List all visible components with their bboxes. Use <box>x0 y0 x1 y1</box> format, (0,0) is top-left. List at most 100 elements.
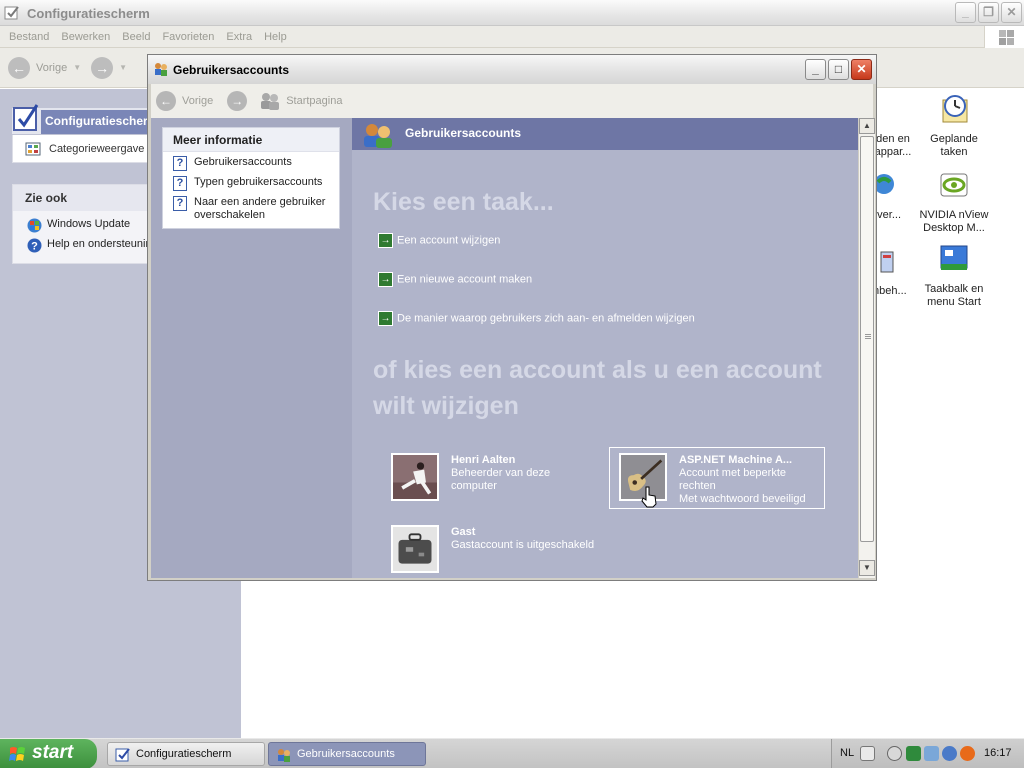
task-change-logon[interactable]: → De manier waarop gebruikers zich aan- e… <box>378 311 695 326</box>
close-button[interactable]: ✕ <box>1001 2 1022 23</box>
dropdown-icon[interactable]: ▼ <box>73 63 81 72</box>
taskbar-start-menu-icon <box>940 245 968 270</box>
admin-tools-icon <box>880 251 894 273</box>
sidebar-item-user-accounts[interactable]: ? Gebruikersaccounts <box>173 156 292 171</box>
forward-arrow-icon[interactable]: → <box>227 91 248 111</box>
account-name: Gast <box>451 526 476 538</box>
menu-bewerken[interactable]: Bewerken <box>55 31 116 43</box>
menu-extra[interactable]: Extra <box>220 31 258 43</box>
task-change-account[interactable]: → Een account wijzigen <box>378 233 500 248</box>
vertical-scrollbar[interactable]: ▲ ▼ <box>858 118 875 578</box>
scroll-down-arrow-icon[interactable]: ▼ <box>859 560 875 576</box>
category-view-link[interactable]: Categorieweergave <box>12 135 152 163</box>
minimize-button[interactable]: _ <box>955 2 976 23</box>
back-arrow-icon[interactable]: ← <box>8 56 30 79</box>
pane-title: Configuratiescherm <box>45 114 159 128</box>
navigation-toolbar: ← Vorige → Startpagina <box>151 84 873 119</box>
account-gast[interactable]: Gast Gastaccount is uitgeschakeld <box>382 520 598 582</box>
taskbar-button-control-panel[interactable]: Configuratiescherm <box>107 742 265 766</box>
scroll-up-arrow-icon[interactable]: ▲ <box>859 118 875 134</box>
account-aspnet-machine[interactable]: ASP.NET Machine A... Account met beperkt… <box>609 447 825 509</box>
account-description: Account met beperkte rechten Met wachtwo… <box>679 467 806 505</box>
help-question-icon: ? <box>173 196 187 211</box>
maximize-button[interactable]: □ <box>828 59 849 80</box>
control-panel-icon <box>115 748 130 762</box>
green-arrow-icon: → <box>378 233 393 248</box>
tray-collapse-icon[interactable] <box>887 746 902 761</box>
help-icon: ? <box>27 238 42 253</box>
category-icon <box>25 142 41 156</box>
sidebar-item-account-types[interactable]: ? Typen gebruikersaccounts <box>173 176 322 191</box>
nvidia-icon <box>940 173 968 197</box>
user-accounts-icon <box>364 124 392 148</box>
windows-update-icon <box>27 218 42 233</box>
back-button[interactable]: Vorige <box>36 62 67 74</box>
back-button[interactable]: Vorige <box>182 95 213 107</box>
start-button[interactable]: start <box>0 739 97 768</box>
window-title: Configuratiescherm <box>27 6 150 21</box>
main-header: Gebruikersaccounts <box>352 118 858 150</box>
firefox-icon[interactable] <box>960 746 975 761</box>
security-icon[interactable] <box>906 746 921 761</box>
main-panel: Gebruikersaccounts Kies een taak... → Een… <box>352 118 858 578</box>
network-globe-icon <box>874 174 894 194</box>
window-title: Gebruikersaccounts <box>173 63 290 77</box>
scheduled-tasks-icon-tile[interactable]: Geplande taken <box>926 92 982 159</box>
menu-help[interactable]: Help <box>258 31 293 43</box>
windows-flag-icon <box>9 747 25 761</box>
windows-update-link[interactable]: Windows Update <box>27 218 130 233</box>
search-icon[interactable] <box>942 746 957 761</box>
close-button[interactable]: ✕ <box>851 59 872 80</box>
task-create-account[interactable]: → Een nieuwe account maken <box>378 272 532 287</box>
menu-beeld[interactable]: Beeld <box>116 31 156 43</box>
maximize-button[interactable]: ❐ <box>978 2 999 23</box>
devices-icon-tile[interactable]: den en appar... <box>872 96 914 159</box>
language-indicator[interactable]: NL <box>840 747 854 759</box>
forward-arrow-icon[interactable]: → <box>91 56 114 79</box>
clock: 16:17 <box>984 747 1012 759</box>
user-accounts-window: Gebruikersaccounts _ □ ✕ ← Vorige → Star… <box>147 54 877 581</box>
help-question-icon: ? <box>173 176 187 191</box>
home-button[interactable]: Startpagina <box>286 95 342 107</box>
more-info-title: Meer informatie <box>163 128 339 152</box>
account-description: Gastaccount is uitgeschakeld <box>451 539 595 551</box>
green-arrow-icon: → <box>378 311 393 326</box>
suitcase-avatar-icon <box>391 525 439 573</box>
control-panel-titlebar[interactable]: Configuratiescherm _ ❐ ✕ <box>0 0 1024 26</box>
user-accounts-icon <box>155 63 167 76</box>
menu-bar: Bestand Bewerken Beeld Favorieten Extra … <box>0 26 1024 48</box>
account-name: ASP.NET Machine A... <box>679 454 793 466</box>
sidebar-item-switch-user[interactable]: ? Naar een andere gebruiker overschakele… <box>173 196 333 222</box>
menu-bestand[interactable]: Bestand <box>3 31 55 43</box>
help-support-link[interactable]: ? Help en ondersteuning <box>27 238 158 253</box>
taskbar-button-user-accounts[interactable]: Gebruikersaccounts <box>268 742 426 766</box>
start-label: start <box>32 742 74 763</box>
taskbar-start-menu-icon-tile[interactable]: Taakbalk en menu Start <box>920 242 988 309</box>
minimize-button[interactable]: _ <box>805 59 826 80</box>
account-henri-aalten[interactable]: Henri Aalten Beheerder van deze computer <box>382 448 598 510</box>
keyboard-icon[interactable] <box>860 746 875 761</box>
category-view-label: Categorieweergave <box>49 143 145 155</box>
menu-favorieten[interactable]: Favorieten <box>156 31 220 43</box>
dropdown-icon[interactable]: ▼ <box>119 63 127 72</box>
scheduled-tasks-icon <box>942 95 968 123</box>
svg-text:?: ? <box>31 241 38 253</box>
user-accounts-titlebar[interactable]: Gebruikersaccounts _ □ ✕ <box>148 55 876 84</box>
home-users-icon[interactable] <box>259 91 281 111</box>
green-arrow-icon: → <box>378 272 393 287</box>
see-also-panel: Zie ook Windows Update ? Help en onderst… <box>12 184 158 264</box>
help-question-icon: ? <box>173 156 187 171</box>
windows-logo-icon <box>984 26 1024 48</box>
nvidia-nview-icon-tile[interactable]: NVIDIA nView Desktop M... <box>916 168 992 235</box>
network-icon[interactable] <box>924 746 939 761</box>
control-panel-icon <box>4 6 19 20</box>
main-header-title: Gebruikersaccounts <box>405 126 522 140</box>
more-info-panel: Meer informatie ? Gebruikersaccounts ? T… <box>162 127 340 229</box>
scroll-thumb[interactable] <box>860 136 874 542</box>
control-panel-check-icon <box>13 104 39 131</box>
pick-task-heading: Kies een taak... <box>373 188 554 216</box>
account-description: Beheerder van deze computer <box>451 467 551 492</box>
taskbar: start Configuratiescherm Gebruikersaccou… <box>0 738 1024 768</box>
back-arrow-icon[interactable]: ← <box>156 91 176 111</box>
pick-account-heading: of kies een account als u een account wi… <box>373 356 822 420</box>
